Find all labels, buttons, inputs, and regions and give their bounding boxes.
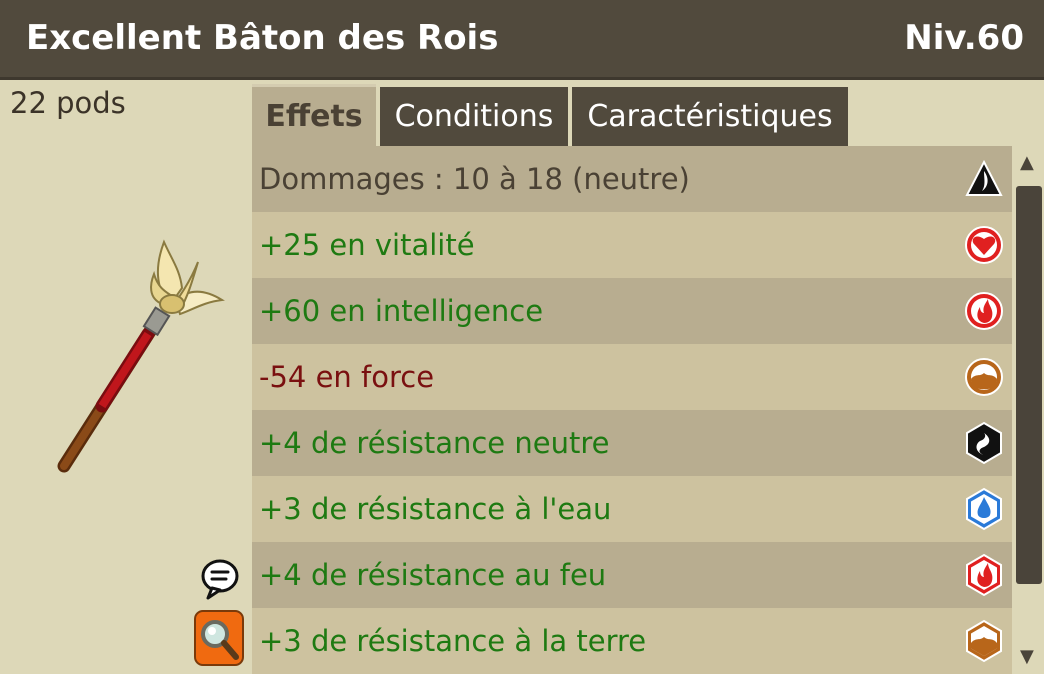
tab-caracteristiques[interactable]: Caractéristiques <box>572 87 848 146</box>
effect-row: Dommages : 10 à 18 (neutre) <box>252 146 1012 212</box>
neutral-resistance-icon <box>964 421 1004 465</box>
scroll-down-arrow-icon[interactable]: ▼ <box>1020 646 1034 667</box>
vitality-heart-icon <box>964 223 1004 267</box>
effect-row: +4 de résistance au feu <box>252 542 1012 608</box>
effect-row: +60 en intelligence <box>252 278 1012 344</box>
effect-text: -54 en force <box>259 360 435 394</box>
magnifier-search-icon[interactable] <box>194 610 244 672</box>
chat-bubble-icon[interactable] <box>200 558 240 604</box>
item-weight: 22 pods <box>10 86 126 120</box>
effect-text: +4 de résistance neutre <box>259 426 610 460</box>
effect-text: Dommages : 10 à 18 (neutre) <box>259 162 690 196</box>
effects-list: Dommages : 10 à 18 (neutre) +25 en vital… <box>252 146 1012 674</box>
tab-effets[interactable]: Effets <box>252 84 376 146</box>
effect-row: -54 en force <box>252 344 1012 410</box>
effect-text: +4 de résistance au feu <box>259 558 607 592</box>
staff-item-image <box>40 230 240 484</box>
intelligence-fire-icon <box>964 289 1004 333</box>
scrollbar-thumb[interactable] <box>1016 186 1042 584</box>
effect-text: +3 de résistance à l'eau <box>259 492 612 526</box>
earth-resistance-icon <box>964 619 1004 663</box>
scroll-up-arrow-icon[interactable]: ▲ <box>1020 152 1034 173</box>
effect-row: +25 en vitalité <box>252 212 1012 278</box>
effect-row: +4 de résistance neutre <box>252 410 1012 476</box>
effect-text: +3 de résistance à la terre <box>259 624 647 658</box>
fire-resistance-icon <box>964 553 1004 597</box>
item-level: Niv.60 <box>904 18 1024 58</box>
item-name: Excellent Bâton des Rois <box>26 18 499 58</box>
effect-row: +3 de résistance à la terre <box>252 608 1012 674</box>
effect-row: +3 de résistance à l'eau <box>252 476 1012 542</box>
tab-conditions[interactable]: Conditions <box>380 87 568 146</box>
strength-earth-icon <box>964 355 1004 399</box>
neutral-damage-icon <box>964 157 1004 201</box>
effect-text: +60 en intelligence <box>259 294 544 328</box>
water-resistance-icon <box>964 487 1004 531</box>
effect-text: +25 en vitalité <box>259 228 475 262</box>
title-bar: Excellent Bâton des Rois Niv.60 <box>0 0 1044 80</box>
